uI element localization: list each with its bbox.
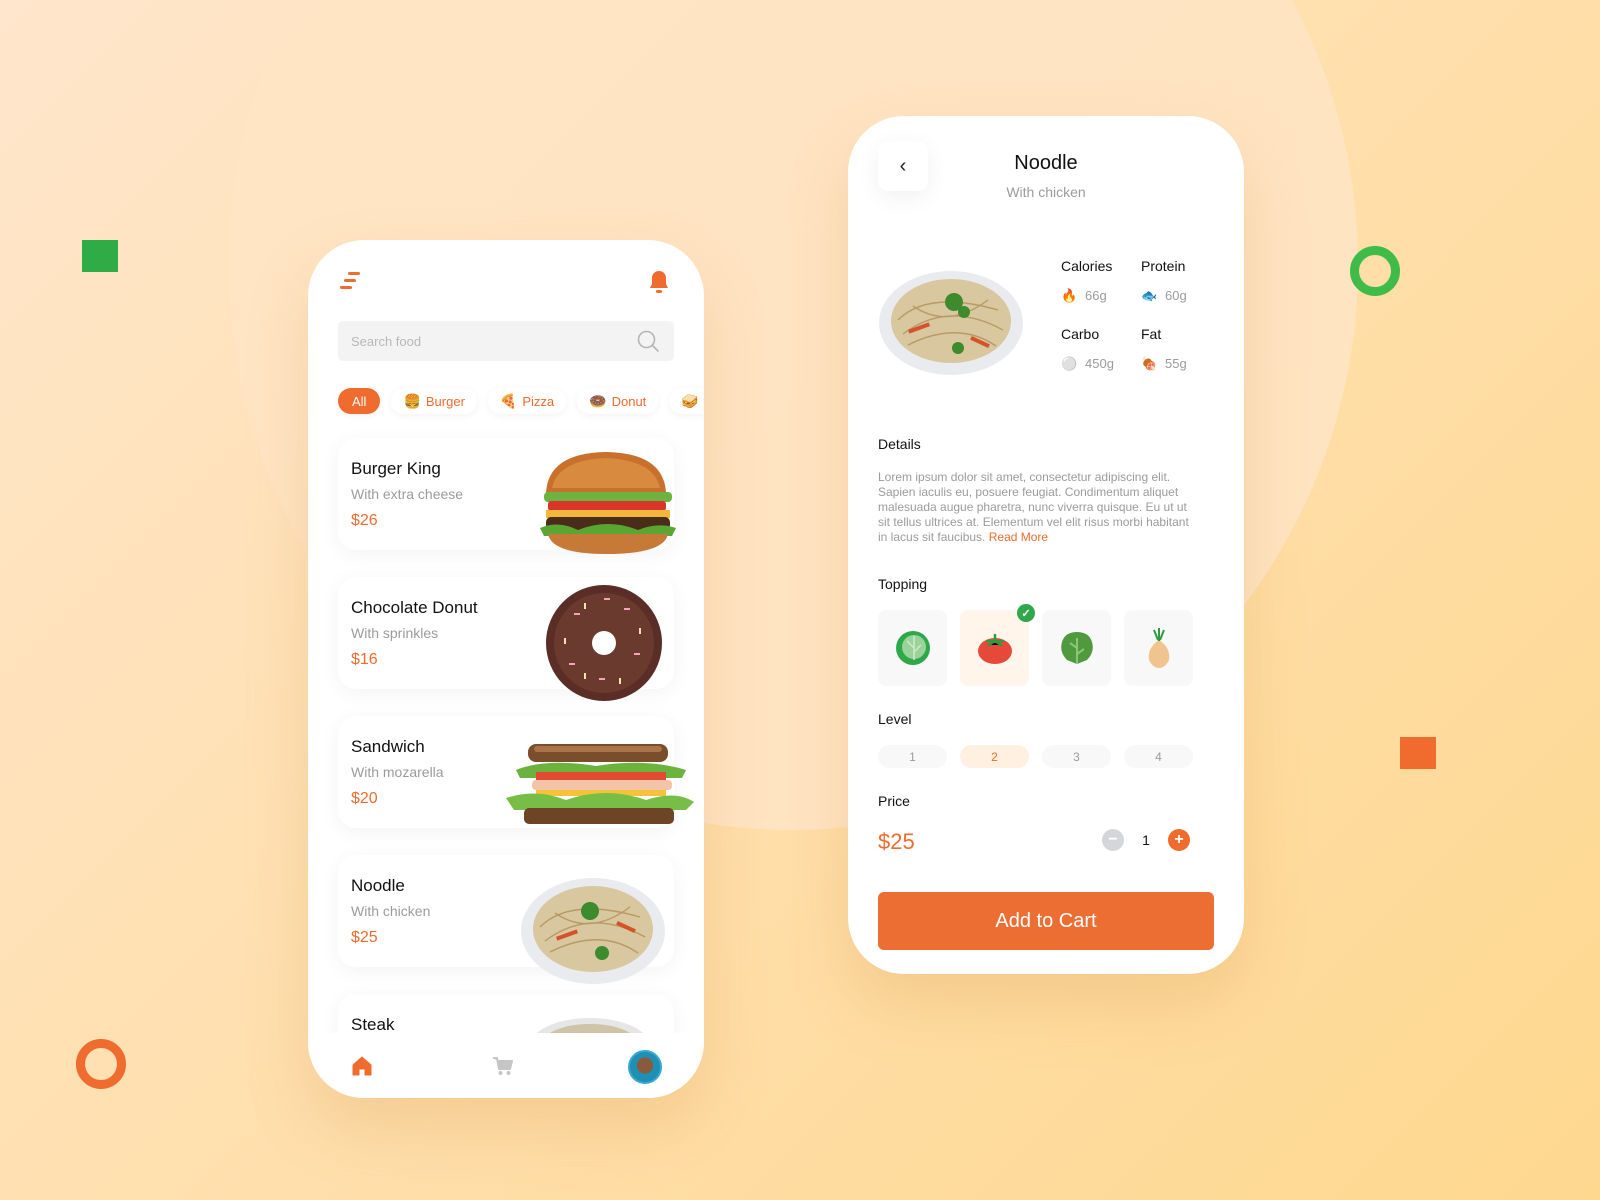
fire-icon: 🔥 [1061, 288, 1078, 303]
food-price: $25 [351, 929, 378, 946]
tomato-icon [977, 633, 1012, 664]
chip-label: Burger [425, 393, 465, 409]
read-more-link[interactable]: Read More [989, 530, 1048, 544]
search-icon[interactable] [636, 329, 660, 353]
level-option[interactable]: 3 [1042, 745, 1111, 768]
home-screen: All 🍔Burger 🍕Pizza 🍩Donut 🥪Sa Burger Kin… [308, 240, 704, 1098]
donut-image [546, 585, 662, 701]
food-price: $20 [351, 790, 378, 807]
chip-label: Pizza [522, 393, 555, 409]
chip-sandwich[interactable]: 🥪Sa [669, 388, 704, 414]
rice-icon: ⚪ [1061, 356, 1078, 371]
nutrition-value: 60g [1165, 288, 1187, 303]
menu-icon[interactable] [340, 272, 362, 290]
level-option[interactable]: 1 [878, 745, 947, 768]
noodle-image [521, 878, 665, 984]
nutrition-value: 450g [1085, 356, 1114, 371]
price-value: $25 [878, 829, 915, 854]
noodle-image [879, 271, 1023, 375]
bottom-tab-bar [308, 1033, 704, 1098]
chip-donut[interactable]: 🍩 Donut [577, 388, 659, 414]
decor-ring-green [1350, 246, 1400, 296]
food-name: Sandwich [351, 737, 425, 756]
decrement-button[interactable]: − [1102, 829, 1124, 851]
chip-burger[interactable]: 🍔 Burger [391, 388, 477, 414]
decor-square-green [82, 240, 118, 272]
add-to-cart-button[interactable]: Add to Cart [878, 892, 1214, 950]
level-options: 1 2 3 4 [878, 745, 1193, 768]
cabbage-icon [895, 631, 930, 665]
home-icon[interactable] [352, 1056, 372, 1076]
onion-icon [1148, 628, 1169, 668]
nutrition-label: Fat [1141, 326, 1162, 342]
food-card[interactable]: Chocolate Donut With sprinkles $16 [338, 577, 674, 701]
nutrition-label: Protein [1141, 258, 1186, 274]
nutrition-carbo: Carbo ⚪ 450g [1061, 326, 1114, 371]
nutrition-label: Calories [1061, 258, 1113, 274]
food-subtitle: With mozarella [351, 764, 444, 780]
lettuce-icon [1060, 632, 1093, 664]
quantity-stepper: − 1 + [1102, 829, 1190, 851]
nutrition-value: 66g [1085, 288, 1107, 303]
level-option[interactable]: 2 [960, 745, 1029, 768]
food-name: Steak [351, 1015, 395, 1034]
detail-screen: ‹ Noodle With chicken Calories 🔥 66g Prot… [848, 116, 1244, 974]
food-name: Chocolate Donut [351, 598, 478, 617]
sandwich-image [506, 744, 694, 824]
level-option[interactable]: 4 [1124, 745, 1193, 768]
topping-options: ✓ [878, 604, 1193, 686]
food-name: Burger King [351, 459, 441, 478]
nutrition-label: Carbo [1061, 326, 1100, 342]
search-bar[interactable] [338, 321, 674, 361]
decor-ring-orange [76, 1039, 126, 1089]
decor-square-orange [1400, 737, 1436, 769]
topping-heading: Topping [878, 576, 928, 592]
topping-lettuce[interactable] [1042, 610, 1111, 686]
page-subtitle: With chicken [1006, 184, 1086, 200]
food-subtitle: With sprinkles [351, 625, 439, 641]
food-price: $26 [351, 512, 378, 529]
nutrition-fat: Fat 🍖 55g [1141, 326, 1187, 371]
pizza-icon: 🍕 [499, 392, 518, 409]
food-list: Burger King With extra cheese $26 Chocol… [338, 438, 694, 1098]
search-input[interactable] [351, 321, 621, 361]
meat-icon: 🍖 [1141, 356, 1158, 371]
increment-button[interactable]: + [1168, 829, 1190, 851]
page-title: Noodle [1014, 152, 1078, 174]
details-heading: Details [878, 436, 921, 452]
quantity-value: 1 [1142, 832, 1150, 848]
selected-check-icon: ✓ [1017, 604, 1035, 622]
chip-label: Donut [611, 393, 647, 409]
chip-label: All [352, 393, 367, 409]
sandwich-icon: 🥪 [681, 392, 699, 409]
food-price: $16 [351, 651, 378, 668]
level-heading: Level [878, 711, 912, 727]
food-subtitle: With extra cheese [351, 486, 464, 502]
burger-image [540, 452, 676, 554]
nutrition-protein: Protein 🐟 60g [1141, 258, 1187, 303]
chip-all[interactable]: All [338, 388, 381, 414]
food-card[interactable]: Sandwich With mozarella $20 [338, 716, 694, 828]
burger-icon: 🍔 [403, 392, 421, 409]
food-subtitle: With chicken [351, 903, 431, 919]
cart-icon[interactable] [492, 1056, 514, 1076]
food-card[interactable]: Noodle With chicken $25 [338, 855, 674, 984]
bell-icon[interactable] [648, 270, 670, 294]
nutrition-value: 55g [1165, 356, 1187, 371]
topping-onion[interactable] [1124, 610, 1193, 686]
food-name: Noodle [351, 876, 405, 895]
price-heading: Price [878, 793, 910, 809]
donut-icon: 🍩 [589, 392, 607, 409]
topping-tomato[interactable]: ✓ [960, 604, 1035, 686]
chip-pizza[interactable]: 🍕 Pizza [487, 388, 567, 414]
avatar[interactable] [628, 1050, 662, 1084]
food-card[interactable]: Burger King With extra cheese $26 [338, 438, 676, 554]
description: Lorem ipsum dolor sit amet, consectetur … [878, 470, 1194, 545]
topping-cabbage[interactable] [878, 610, 947, 686]
nutrition-calories: Calories 🔥 66g [1061, 258, 1113, 303]
fish-icon: 🐟 [1141, 288, 1158, 303]
category-chips: All 🍔Burger 🍕Pizza 🍩Donut 🥪Sa [338, 388, 704, 414]
